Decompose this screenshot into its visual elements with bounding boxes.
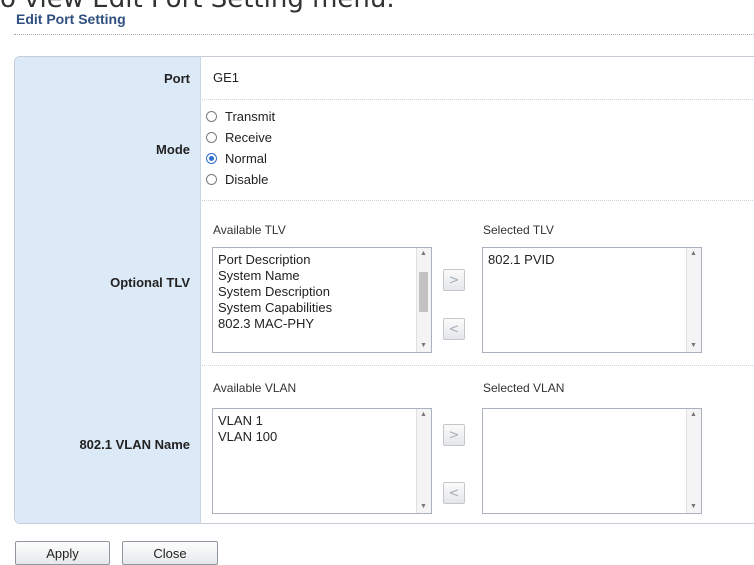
radio-unchecked-icon [206,111,217,122]
vlan-name-row: 802.1 VLAN Name Available VLAN Selected … [15,365,754,523]
move-right-vlan-button[interactable]: > [443,424,465,446]
list-item[interactable]: System Capabilities [218,300,332,316]
available-tlv-list[interactable]: Port Description System Name System Desc… [212,247,432,353]
chevron-right-icon: > [448,272,460,288]
move-left-vlan-button[interactable]: < [443,482,465,504]
move-right-tlv-button[interactable]: > [443,269,465,291]
scroll-up-icon[interactable]: ▲ [420,411,427,419]
title-divider [14,34,754,35]
vlan-name-label: 802.1 VLAN Name [15,365,201,523]
list-item[interactable]: System Name [218,268,332,284]
list-item[interactable]: VLAN 100 [218,429,277,445]
scroll-up-icon[interactable]: ▲ [420,250,427,258]
list-item[interactable]: 802.3 MAC-PHY [218,316,332,332]
radio-label: Disable [225,172,269,187]
chevron-left-icon: < [448,321,460,337]
close-button[interactable]: Close [122,541,218,565]
optional-tlv-label: Optional TLV [15,200,201,365]
selected-vlan-header: Selected VLAN [483,381,565,395]
mode-radio-transmit[interactable]: Transmit [206,109,275,124]
scrollbar-thumb[interactable] [419,272,428,312]
scroll-up-icon[interactable]: ▲ [690,250,697,258]
mode-radio-receive[interactable]: Receive [206,130,272,145]
available-tlv-header: Available TLV [213,223,286,237]
move-left-tlv-button[interactable]: < [443,318,465,340]
section-title: Edit Port Setting [16,11,126,27]
scrollbar[interactable]: ▲ ▼ [686,248,701,352]
scrollbar[interactable]: ▲ ▼ [416,248,431,352]
scroll-down-icon[interactable]: ▼ [690,503,697,511]
selected-tlv-list[interactable]: 802.1 PVID ▲ ▼ [482,247,702,353]
radio-label: Normal [225,151,267,166]
list-item[interactable]: VLAN 1 [218,413,277,429]
mode-row: Mode Transmit Receive Normal Disable [15,99,754,201]
mode-radio-normal[interactable]: Normal [206,151,267,166]
list-item[interactable]: 802.1 PVID [488,252,555,268]
radio-label: Transmit [225,109,276,124]
scrollbar[interactable]: ▲ ▼ [416,409,431,513]
port-row: Port GE1 [15,57,754,100]
mode-label: Mode [15,99,201,200]
radio-unchecked-icon [206,174,217,185]
list-item[interactable]: Port Description [218,252,332,268]
chevron-right-icon: > [448,427,460,443]
scrollbar[interactable]: ▲ ▼ [686,409,701,513]
chevron-left-icon: < [448,485,460,501]
available-vlan-header: Available VLAN [213,381,297,395]
edit-port-panel: Port GE1 Mode Transmit Receive Normal Di… [14,56,754,524]
selected-vlan-list[interactable]: ▲ ▼ [482,408,702,514]
scroll-down-icon[interactable]: ▼ [420,503,427,511]
radio-unchecked-icon [206,132,217,143]
list-item[interactable]: System Description [218,284,332,300]
mode-radio-disable[interactable]: Disable [206,172,268,187]
apply-button[interactable]: Apply [15,541,110,565]
scroll-down-icon[interactable]: ▼ [420,342,427,350]
optional-tlv-row: Optional TLV Available TLV Selected TLV … [15,200,754,366]
selected-tlv-header: Selected TLV [483,223,554,237]
scroll-down-icon[interactable]: ▼ [690,342,697,350]
port-value: GE1 [213,70,240,85]
scroll-up-icon[interactable]: ▲ [690,411,697,419]
available-vlan-list[interactable]: VLAN 1 VLAN 100 ▲ ▼ [212,408,432,514]
port-label: Port [15,57,201,99]
radio-label: Receive [225,130,272,145]
radio-checked-icon [206,153,217,164]
